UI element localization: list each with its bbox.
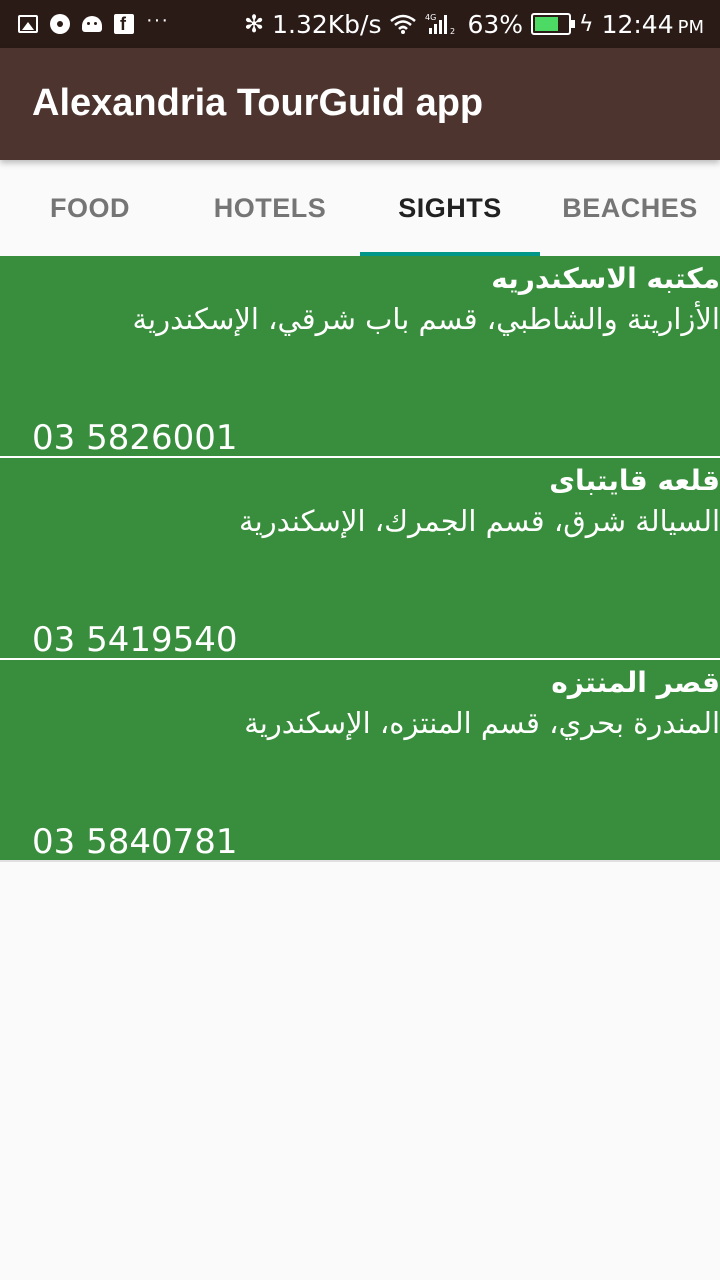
sight-address: الأزاريتة والشاطبي، قسم باب شرقي، الإسكن… bbox=[132, 302, 720, 336]
notification-icons: f ··· bbox=[18, 8, 169, 36]
sight-phone: 03 5826001 bbox=[32, 418, 238, 458]
list-item[interactable]: قلعه قايتباى السيالة شرق، قسم الجمرك، ال… bbox=[0, 458, 720, 660]
sight-phone: 03 5840781 bbox=[32, 822, 238, 862]
network-type: 4G bbox=[425, 13, 436, 22]
app-title: Alexandria TourGuid app bbox=[32, 82, 484, 124]
battery-percent: 63% bbox=[467, 9, 524, 39]
sight-address: المندرة بحري، قسم المنتزه، الإسكندرية bbox=[244, 706, 720, 740]
bluetooth-icon: ✻ bbox=[243, 10, 265, 38]
system-icons: ✻ 1.32Kb/s 4G 2 63% ϟ 12:44 PM bbox=[244, 0, 704, 48]
tab-label: BEACHES bbox=[562, 192, 698, 223]
tab-hotels[interactable]: HOTELS bbox=[180, 160, 360, 256]
cell-signal-icon: 4G 2 bbox=[425, 12, 459, 36]
list-item[interactable]: قصر المنتزه المندرة بحري، قسم المنتزه، ا… bbox=[0, 660, 720, 862]
tab-label: HOTELS bbox=[213, 192, 327, 223]
clock-ampm: PM bbox=[677, 16, 704, 38]
tab-bar: FOOD HOTELS SIGHTS BEACHES bbox=[0, 160, 720, 256]
status-bar: f ··· ✻ 1.32Kb/s 4G 2 63% ϟ 12:44 PM bbox=[0, 0, 720, 48]
disc-icon bbox=[50, 14, 70, 34]
sight-phone: 03 5419540 bbox=[32, 620, 238, 660]
list-item[interactable]: مكتبه الاسكندريه الأزاريتة والشاطبي، قسم… bbox=[0, 256, 720, 458]
app-bar: Alexandria TourGuid app bbox=[0, 48, 720, 160]
wifi-icon bbox=[389, 13, 417, 35]
sight-name: مكتبه الاسكندريه bbox=[491, 262, 720, 295]
tab-food[interactable]: FOOD bbox=[0, 160, 180, 256]
battery-level-fill bbox=[535, 17, 558, 31]
sights-list: مكتبه الاسكندريه الأزاريتة والشاطبي، قسم… bbox=[0, 256, 720, 862]
svg-text:2: 2 bbox=[450, 27, 455, 36]
clock-time: 12:44 bbox=[601, 9, 674, 39]
image-icon bbox=[18, 15, 38, 33]
tab-label: SIGHTS bbox=[398, 192, 502, 223]
sight-name: قصر المنتزه bbox=[551, 666, 720, 699]
network-speed: 1.32Kb/s bbox=[272, 9, 382, 39]
tab-beaches[interactable]: BEACHES bbox=[540, 160, 720, 256]
sight-name: قلعه قايتباى bbox=[549, 464, 720, 497]
tab-sights[interactable]: SIGHTS bbox=[360, 160, 540, 256]
more-notifications-icon: ··· bbox=[146, 8, 169, 31]
battery-icon bbox=[531, 13, 576, 35]
sight-address: السيالة شرق، قسم الجمرك، الإسكندرية bbox=[239, 504, 720, 538]
facebook-icon: f bbox=[114, 14, 134, 34]
tab-label: FOOD bbox=[50, 192, 130, 223]
android-icon bbox=[82, 16, 102, 32]
charging-icon: ϟ bbox=[579, 11, 594, 37]
